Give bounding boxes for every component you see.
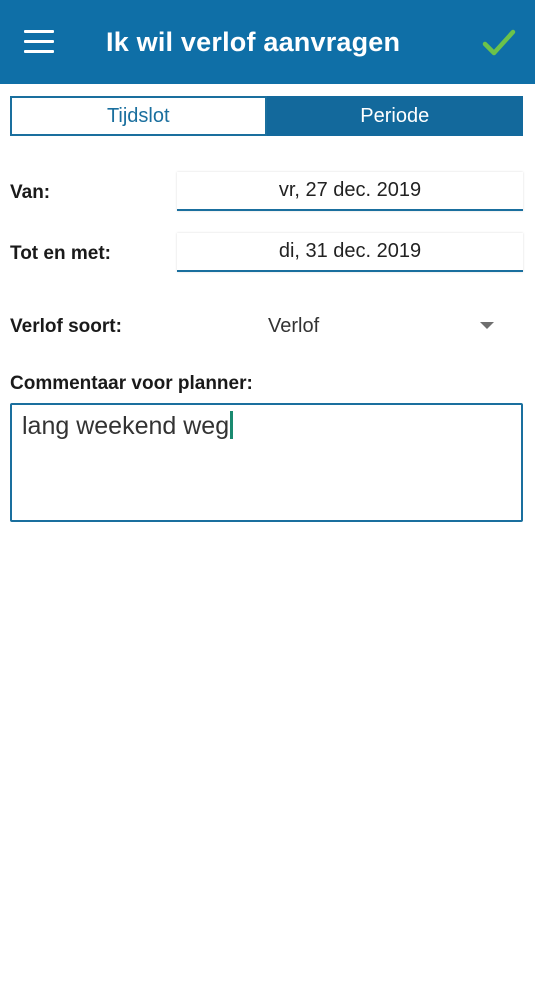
dropdown-arrow-icon bbox=[480, 322, 494, 329]
comment-textarea[interactable]: lang weekend weg bbox=[10, 403, 523, 522]
hamburger-menu-icon[interactable] bbox=[24, 30, 54, 56]
to-date-field[interactable]: di, 31 dec. 2019 bbox=[177, 233, 523, 272]
tab-tijdslot[interactable]: Tijdslot bbox=[10, 96, 267, 136]
from-date-field[interactable]: vr, 27 dec. 2019 bbox=[177, 172, 523, 211]
app-bar: Ik wil verlof aanvragen bbox=[0, 0, 535, 84]
leave-type-value: Verlof bbox=[268, 315, 320, 337]
page-title: Ik wil verlof aanvragen bbox=[106, 27, 401, 57]
comment-label: Commentaar voor planner: bbox=[10, 373, 253, 394]
leave-type-label: Verlof soort: bbox=[10, 316, 122, 337]
mode-segmented-control: Tijdslot Periode bbox=[10, 96, 523, 136]
leave-type-select[interactable]: Verlof bbox=[255, 305, 515, 345]
comment-text: lang weekend weg bbox=[22, 412, 230, 440]
tab-periode[interactable]: Periode bbox=[266, 96, 523, 136]
from-label: Van: bbox=[10, 182, 51, 203]
checkmark-icon[interactable] bbox=[482, 26, 516, 60]
text-cursor bbox=[230, 411, 234, 439]
to-label: Tot en met: bbox=[10, 243, 111, 264]
